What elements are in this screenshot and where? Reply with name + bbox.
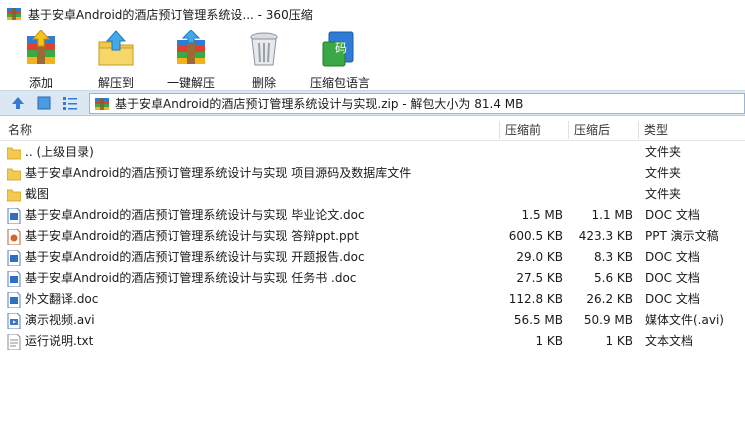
navigation-bar: 基于安卓Android的酒店预订管理系统设计与实现.zip - 解包大小为 81… xyxy=(0,90,745,116)
folder-icon xyxy=(7,189,21,202)
packed-size: 1 KB xyxy=(535,334,563,348)
file-type: DOC 文档 xyxy=(645,208,700,222)
svg-text:码: 码 xyxy=(335,41,347,55)
file-type: 文件夹 xyxy=(645,145,682,159)
compressed-size: 50.9 MB xyxy=(583,313,633,327)
add-label: 添加 xyxy=(28,76,53,90)
txt-file-icon xyxy=(7,334,21,350)
file-name: .. (上级目录) xyxy=(25,145,94,159)
toolbar: 添加 解压到 一键解压 删除 码 压缩包语言 xyxy=(0,28,745,90)
delete-label: 删除 xyxy=(251,76,276,90)
compressed-size: 5.6 KB xyxy=(594,271,633,285)
doc-file-icon xyxy=(7,292,21,308)
delete-button[interactable]: 删除 xyxy=(245,30,283,91)
doc-file-icon xyxy=(7,271,21,287)
column-divider[interactable] xyxy=(638,121,639,139)
compressed-size: 1 KB xyxy=(605,334,633,348)
file-name: 基于安卓Android的酒店预订管理系统设计与实现 任务书 .doc xyxy=(25,271,357,285)
up-arrow-icon[interactable] xyxy=(10,95,26,111)
type-column-header[interactable]: 类型 xyxy=(640,119,668,141)
file-row[interactable]: 基于安卓Android的酒店预订管理系统设计与实现 答辩ppt.ppt 600.… xyxy=(0,226,745,247)
extract-to-button[interactable]: 解压到 xyxy=(97,30,135,91)
archive-language-label: 压缩包语言 xyxy=(310,76,371,90)
doc-file-icon xyxy=(7,208,21,224)
doc-file-icon xyxy=(7,250,21,266)
file-row[interactable]: 基于安卓Android的酒店预订管理系统设计与实现 任务书 .doc 27.5 … xyxy=(0,268,745,289)
file-row[interactable]: 基于安卓Android的酒店预订管理系统设计与实现 毕业论文.doc 1.5 M… xyxy=(0,205,745,226)
folder-icon xyxy=(7,168,21,181)
archive-language-button[interactable]: 码 压缩包语言 xyxy=(310,30,370,91)
file-row[interactable]: 基于安卓Android的酒店预订管理系统设计与实现 项目源码及数据库文件 文件夹 xyxy=(0,163,745,184)
packed-size-column-header[interactable]: 压缩前 xyxy=(501,119,541,141)
file-row[interactable]: 运行说明.txt 1 KB 1 KB 文本文档 xyxy=(0,331,745,352)
compressed-size: 26.2 KB xyxy=(586,292,633,306)
list-view-icon[interactable] xyxy=(62,95,78,111)
extract-to-label: 解压到 xyxy=(97,76,134,90)
path-bar[interactable]: 基于安卓Android的酒店预订管理系统设计与实现.zip - 解包大小为 81… xyxy=(89,93,745,114)
file-type: PPT 演示文稿 xyxy=(645,229,719,243)
video-file-icon xyxy=(7,313,21,329)
file-name: 运行说明.txt xyxy=(25,334,94,348)
packed-size: 112.8 KB xyxy=(508,292,563,306)
file-type: 文本文档 xyxy=(645,334,694,348)
trash-icon xyxy=(250,32,278,66)
add-archive-icon xyxy=(27,30,55,64)
one-click-extract-icon xyxy=(177,30,205,64)
compressed-size-column-header[interactable]: 压缩后 xyxy=(570,119,610,141)
compressed-size: 8.3 KB xyxy=(594,250,633,264)
file-row[interactable]: 基于安卓Android的酒店预订管理系统设计与实现 开题报告.doc 29.0 … xyxy=(0,247,745,268)
file-name: 外文翻译.doc xyxy=(25,292,99,306)
file-name: 基于安卓Android的酒店预订管理系统设计与实现 项目源码及数据库文件 xyxy=(25,166,412,180)
file-row[interactable]: 截图 文件夹 xyxy=(0,184,745,205)
file-name: 基于安卓Android的酒店预订管理系统设计与实现 开题报告.doc xyxy=(25,250,365,264)
one-click-extract-label: 一键解压 xyxy=(167,76,216,90)
archive-path: 基于安卓Android的酒店预订管理系统设计与实现.zip - 解包大小为 81… xyxy=(115,97,524,111)
zip-archive-icon xyxy=(95,97,109,110)
file-name: 基于安卓Android的酒店预订管理系统设计与实现 答辩ppt.ppt xyxy=(25,229,359,243)
column-divider[interactable] xyxy=(568,121,569,139)
file-row[interactable]: .. (上级目录) 文件夹 xyxy=(0,142,745,163)
extract-folder-icon xyxy=(98,30,134,66)
compressed-size: 1.1 MB xyxy=(591,208,633,222)
folder-up-icon xyxy=(7,147,21,160)
file-name: 演示视频.avi xyxy=(25,313,95,327)
file-type: 媒体文件(.avi) xyxy=(645,313,724,327)
file-type: 文件夹 xyxy=(645,166,682,180)
file-type: DOC 文档 xyxy=(645,250,700,264)
file-name: 基于安卓Android的酒店预订管理系统设计与实现 毕业论文.doc xyxy=(25,208,365,222)
packed-size: 1.5 MB xyxy=(521,208,563,222)
compressed-size: 423.3 KB xyxy=(578,229,633,243)
one-click-extract-button[interactable]: 一键解压 xyxy=(167,30,215,91)
packed-size: 600.5 KB xyxy=(508,229,563,243)
title-bar: 基于安卓Android的酒店预订管理系统设... - 360压缩 xyxy=(0,0,745,28)
file-type: DOC 文档 xyxy=(645,271,700,285)
name-column-header[interactable]: 名称 xyxy=(4,119,32,141)
packed-size: 27.5 KB xyxy=(516,271,563,285)
packed-size: 29.0 KB xyxy=(516,250,563,264)
language-code-icon: 码 xyxy=(322,31,354,67)
window-title: 基于安卓Android的酒店预订管理系统设... - 360压缩 xyxy=(28,7,313,22)
file-type: DOC 文档 xyxy=(645,292,700,306)
add-button[interactable]: 添加 xyxy=(22,30,60,91)
file-type: 文件夹 xyxy=(645,187,682,201)
ppt-file-icon xyxy=(7,229,21,245)
large-icon-view-icon[interactable] xyxy=(36,95,52,111)
file-list: .. (上级目录) 文件夹 基于安卓Android的酒店预订管理系统设计与实现 … xyxy=(0,142,745,352)
archive-app-icon xyxy=(7,8,21,20)
packed-size: 56.5 MB xyxy=(513,313,563,327)
column-divider[interactable] xyxy=(499,121,500,139)
file-row[interactable]: 演示视频.avi 56.5 MB 50.9 MB 媒体文件(.avi) xyxy=(0,310,745,331)
file-name: 截图 xyxy=(25,187,50,201)
column-header: 名称 压缩前 压缩后 类型 xyxy=(0,119,745,141)
file-row[interactable]: 外文翻译.doc 112.8 KB 26.2 KB DOC 文档 xyxy=(0,289,745,310)
